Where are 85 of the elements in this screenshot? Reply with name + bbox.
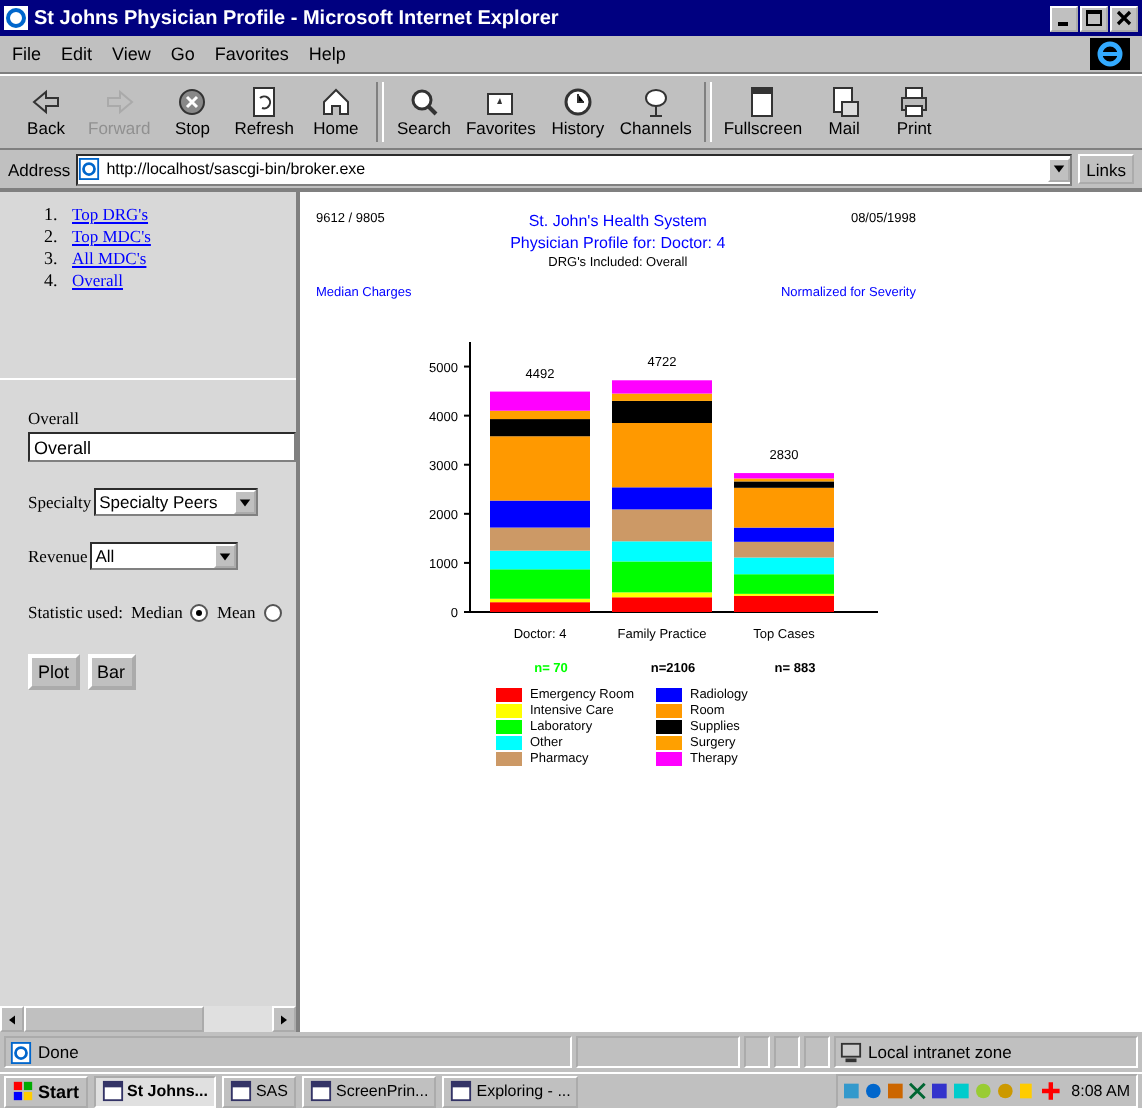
specialty-label: Specialty <box>28 492 92 512</box>
status-text: Done <box>38 1042 79 1062</box>
window-icon <box>101 1080 124 1102</box>
report-title: St. John's Health System <box>528 212 707 230</box>
overall-field[interactable]: Overall <box>28 432 296 462</box>
address-field[interactable]: http://localhost/sascgi-bin/broker.exe <box>76 153 1073 185</box>
list-number: 4. <box>44 270 60 290</box>
menu-item[interactable]: Go <box>170 44 195 64</box>
overall-label: Overall <box>28 408 81 428</box>
back-button[interactable]: Back <box>12 86 80 138</box>
page-icon <box>10 1041 32 1063</box>
dropdown-arrow-icon <box>1052 162 1067 176</box>
nav-link[interactable]: Top MDC's <box>72 226 151 246</box>
radio-label: Median <box>130 602 183 622</box>
clock-icon <box>561 86 594 118</box>
print-button[interactable]: Print <box>880 86 949 138</box>
close-button[interactable] <box>1110 5 1138 31</box>
start-button[interactable]: Start <box>4 1075 88 1107</box>
status-panel <box>804 1036 830 1068</box>
menu-item[interactable]: Edit <box>61 44 93 64</box>
radio-button[interactable] <box>263 603 282 621</box>
links-button[interactable]: Links <box>1078 154 1134 184</box>
list-number: 2. <box>44 226 60 246</box>
channels-button[interactable]: Channels <box>613 86 698 138</box>
specialty-select[interactable]: Specialty Peers <box>93 488 258 516</box>
stop-button[interactable]: Stop <box>158 86 227 138</box>
zone-text: Local intranet zone <box>868 1042 1012 1062</box>
plot-button[interactable]: Plot <box>28 654 80 690</box>
scroll-right-icon <box>278 1013 290 1025</box>
status-panel <box>744 1036 770 1068</box>
report-subtitle: Physician Profile for: Doctor: 4 <box>510 234 726 252</box>
favorites-button[interactable]: Favorites <box>459 86 542 138</box>
menu-item[interactable]: File <box>12 44 42 64</box>
clock-text: 8:08 AM <box>1071 1082 1130 1100</box>
menu-item[interactable]: View <box>112 44 151 64</box>
nav-link[interactable]: Top DRG's <box>72 204 149 224</box>
computer-icon <box>840 1041 862 1063</box>
mail-button[interactable]: Mail <box>810 86 879 138</box>
refresh-button[interactable]: Refresh <box>228 86 300 138</box>
statistic-label: Statistic used: <box>28 602 123 622</box>
page-icon <box>78 158 101 180</box>
dropdown-arrow-icon <box>237 495 252 509</box>
scroll-left-icon <box>6 1013 18 1025</box>
taskbar-button[interactable]: SAS <box>221 1075 296 1107</box>
window-icon <box>746 86 779 118</box>
history-button[interactable]: History <box>543 86 612 138</box>
search-icon <box>407 86 440 118</box>
taskbar-button[interactable]: ScreenPrin... <box>301 1075 437 1107</box>
horizontal-scrollbar[interactable] <box>0 1006 296 1032</box>
list-number: 1. <box>44 204 60 224</box>
nav-link[interactable]: Overall <box>72 270 123 290</box>
dropdown-arrow-icon <box>217 549 232 563</box>
address-label: Address <box>8 159 71 179</box>
home-icon <box>319 86 352 118</box>
status-panel <box>774 1036 800 1068</box>
bar-button[interactable]: Bar <box>87 654 136 690</box>
radio-button[interactable] <box>190 603 209 621</box>
home-button[interactable]: Home <box>301 86 370 138</box>
list-number: 3. <box>44 248 60 268</box>
menu-item[interactable]: Favorites <box>214 44 289 64</box>
revenue-select[interactable]: All <box>89 542 238 570</box>
maximize-icon <box>1086 10 1102 26</box>
window-title: St Johns Physician Profile - Microsoft Internet Explorer <box>34 7 559 29</box>
printer-icon <box>898 86 931 118</box>
browser-icon <box>4 6 28 30</box>
search-button[interactable]: Search <box>389 86 458 138</box>
window-icon <box>309 1080 332 1102</box>
stop-icon <box>176 86 209 118</box>
taskbar-button[interactable]: St Johns... <box>93 1075 216 1107</box>
taskbar-button[interactable]: Exploring - ... <box>442 1075 579 1107</box>
radio-label: Mean <box>216 602 256 622</box>
refresh-icon <box>248 86 281 118</box>
windows-logo-icon <box>12 1080 34 1102</box>
maximize-button[interactable] <box>1080 5 1108 31</box>
fullscreen-button[interactable]: Fullscreen <box>717 86 809 138</box>
window-icon <box>229 1080 252 1102</box>
browser-logo-icon <box>1090 38 1130 70</box>
revenue-label: Revenue <box>28 546 88 566</box>
minimize-button[interactable] <box>1050 5 1078 31</box>
window-icon <box>450 1080 473 1102</box>
nav-link[interactable]: All MDC's <box>72 248 147 268</box>
close-icon <box>1116 10 1132 26</box>
mail-icon <box>828 86 861 118</box>
back-arrow-icon <box>30 86 62 118</box>
menu-item[interactable]: Help <box>308 44 346 64</box>
